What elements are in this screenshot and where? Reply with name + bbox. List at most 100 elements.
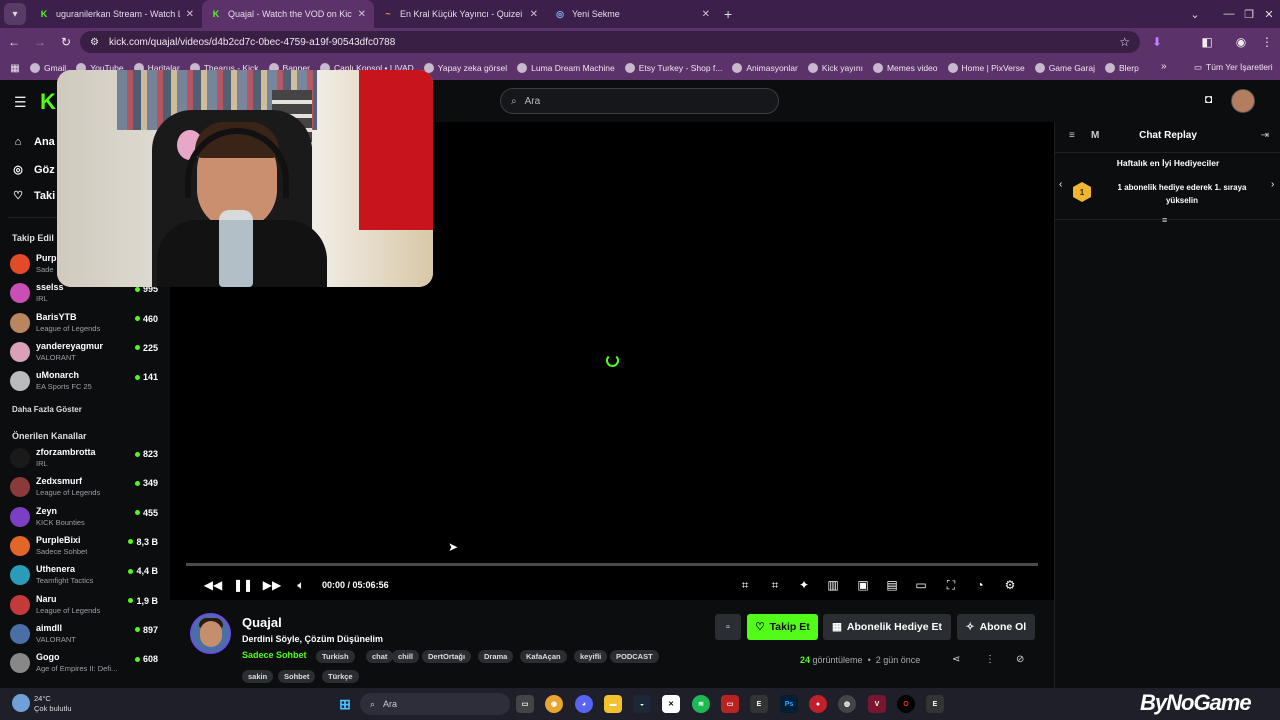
extension-download-icon[interactable]: ⬇ [1146, 31, 1168, 53]
channel-item[interactable]: Uthenera Teamfight Tactics 4,4 B [10, 563, 162, 589]
extensions-puzzle-icon[interactable]: ◧ [1196, 31, 1218, 53]
profile-icon[interactable]: ◉ [1230, 31, 1252, 53]
seek-bar[interactable] [186, 563, 1038, 566]
bookmark-item[interactable]: Etsy Turkey - Shop f... [624, 63, 722, 73]
channel-item[interactable]: uMonarch EA Sports FC 25 141 [10, 369, 162, 395]
sidebar-nav-home[interactable]: ⌂ Ana [12, 136, 55, 148]
bookmark-item[interactable]: Home | PixVerse [947, 63, 1025, 73]
chevron-right-icon[interactable]: › [1271, 179, 1274, 190]
stream-tag[interactable]: Türkçe [322, 670, 359, 683]
file-explorer-icon[interactable]: ▬ [604, 695, 622, 713]
spotify-icon[interactable]: ≋ [692, 695, 710, 713]
tab-close-icon[interactable]: ✕ [358, 9, 366, 20]
app-red-icon[interactable]: ● [809, 695, 827, 713]
stream-tag[interactable]: keyifli [574, 650, 608, 663]
site-info-icon[interactable]: ⚙ [90, 37, 99, 48]
new-tab-button[interactable]: + [724, 6, 732, 22]
tab-search-button[interactable]: ▾ [4, 3, 26, 25]
channel-item[interactable]: yandereyagmur VALORANT 225 [10, 340, 162, 366]
playback-speed-icon[interactable]: ◔ [971, 576, 989, 594]
theater-mode-icon[interactable]: ▭ [912, 576, 930, 594]
address-bar[interactable]: ⚙ kick.com/quajal/videos/d4b2cd7c-0bec-4… [80, 31, 1140, 53]
weather-icon[interactable] [12, 694, 30, 712]
task-view-icon[interactable]: ▭ [516, 695, 534, 713]
stream-tag[interactable]: Drama [478, 650, 514, 663]
stream-tag[interactable]: chill [392, 650, 420, 663]
hide-icon[interactable]: ⊘ [1016, 654, 1024, 665]
epic-games-icon[interactable]: E [750, 695, 768, 713]
sidebar-nav-browse[interactable]: ◎ Göz [12, 163, 55, 177]
collapse-chat-icon[interactable]: ⇥ [1261, 130, 1269, 141]
forward-button[interactable]: → [28, 30, 52, 54]
pause-icon[interactable]: ❚❚ [233, 576, 253, 594]
streamer-name[interactable]: Quajal [242, 615, 282, 630]
gift-sub-button[interactable]: ▦ Abonelik Hediye Et [823, 614, 951, 640]
channel-item[interactable]: Gogo Age of Empires II: Defi... 608 [10, 651, 162, 677]
channel-item[interactable]: aimdll VALORANT 897 [10, 622, 162, 648]
opera-icon[interactable]: O [897, 695, 915, 713]
reload-button[interactable]: ↻ [54, 30, 78, 54]
bookmark-item[interactable]: Blerp [1104, 63, 1139, 73]
browser-menu-icon[interactable]: ⋮ [1256, 31, 1278, 53]
chrome-icon[interactable]: ◉ [545, 695, 563, 713]
share-icon[interactable]: ⋖ [952, 654, 960, 665]
more-options-icon[interactable]: ⋮ [985, 654, 995, 665]
tab-close-icon[interactable]: ✕ [186, 9, 194, 20]
notification-toggle-button[interactable]: ▫ [715, 614, 741, 640]
kick-logo[interactable]: K [40, 89, 56, 115]
stream-tag[interactable]: KafaAçan [520, 650, 567, 663]
stream-tag[interactable]: DertOrtağı [422, 650, 472, 663]
subscribe-button[interactable]: ✧ Abone Ol [957, 614, 1035, 640]
fullscreen-icon[interactable]: ⛶ [942, 576, 960, 594]
steam-icon[interactable]: ◒ [633, 695, 651, 713]
show-more-link[interactable]: Daha Fazla Göster [12, 405, 82, 414]
obs-icon[interactable]: ◍ [838, 695, 856, 713]
sparkle-icon[interactable]: ✦ [795, 576, 813, 594]
tab-list-icon[interactable]: ⌄ [1178, 0, 1212, 28]
channel-item[interactable]: zforzambrotta IRL 823 [10, 446, 162, 472]
discord-icon[interactable]: ◕ [575, 695, 593, 713]
bookmark-item[interactable]: Yapay zeka görsel [423, 63, 507, 73]
hamburger-menu-icon[interactable]: ☰ [14, 94, 27, 111]
stream-tag[interactable]: PODCAST [610, 650, 659, 663]
browser-tab[interactable]: ~ En Kral Küçük Yayıncı - Quizei ✕ [374, 0, 546, 28]
chevron-left-icon[interactable]: ‹ [1059, 179, 1062, 190]
channel-item[interactable]: Zedxsmurf League of Legends 349 [10, 475, 162, 501]
stream-tag[interactable]: Turkish [316, 650, 355, 663]
epic-games-2-icon[interactable]: E [926, 695, 944, 713]
miniplayer-icon[interactable]: ▣ [854, 576, 872, 594]
tab-close-icon[interactable]: ✕ [702, 9, 710, 20]
bookmark-item[interactable]: Animasyonlar [732, 63, 798, 73]
bookmark-item[interactable]: Memes video [872, 63, 938, 73]
browser-tab[interactable]: K Quajal - Watch the VOD on Kick ✕ [202, 0, 374, 28]
valorant-icon[interactable]: V [868, 695, 886, 713]
rewind-icon[interactable]: ◀◀ [204, 576, 222, 594]
streamer-avatar[interactable] [190, 613, 231, 654]
sidebar-nav-following[interactable]: ♡ Taki [12, 189, 55, 203]
kick-rewards-icon[interactable]: ◘ [1205, 92, 1212, 106]
channel-item[interactable]: BarisYTB League of Legends 460 [10, 311, 162, 337]
stats-icon[interactable]: ▥ [824, 576, 842, 594]
cast-icon[interactable]: ▤ [883, 576, 901, 594]
apps-grid-icon[interactable]: ▦ [0, 63, 30, 74]
bookmark-item[interactable]: Kick yayını [807, 63, 863, 73]
channel-item[interactable]: Zeyn KICK Bounties 455 [10, 505, 162, 531]
bookmarks-overflow-icon[interactable]: » [1161, 61, 1167, 72]
settings-gear-icon[interactable]: ⚙ [1001, 576, 1019, 594]
windows-start-icon[interactable]: ⊞ [336, 695, 354, 713]
channel-item[interactable]: Naru League of Legends 1,9 B [10, 593, 162, 619]
stream-tag[interactable]: sakin [242, 670, 274, 683]
app-icon[interactable]: ▭ [721, 695, 739, 713]
tab-close-icon[interactable]: ✕ [530, 9, 538, 20]
clip-crop-icon[interactable]: ⌗ [736, 576, 754, 594]
capcut-icon[interactable]: ✕ [662, 695, 680, 713]
follow-button[interactable]: ♡ Takip Et [747, 614, 818, 640]
stream-tag[interactable]: Sohbet [278, 670, 316, 683]
weather-widget[interactable]: 24°C Çok bulutlu [34, 694, 72, 714]
channel-item[interactable]: PurpleBixi Sadece Sohbet 8,3 B [10, 534, 162, 560]
stream-category[interactable]: Sadece Sohbet [242, 650, 307, 660]
user-avatar[interactable] [1231, 89, 1255, 113]
photoshop-icon[interactable]: Ps [780, 695, 798, 713]
stream-tag[interactable]: chat [366, 650, 394, 663]
crop-icon[interactable]: ⌗ [766, 576, 784, 594]
